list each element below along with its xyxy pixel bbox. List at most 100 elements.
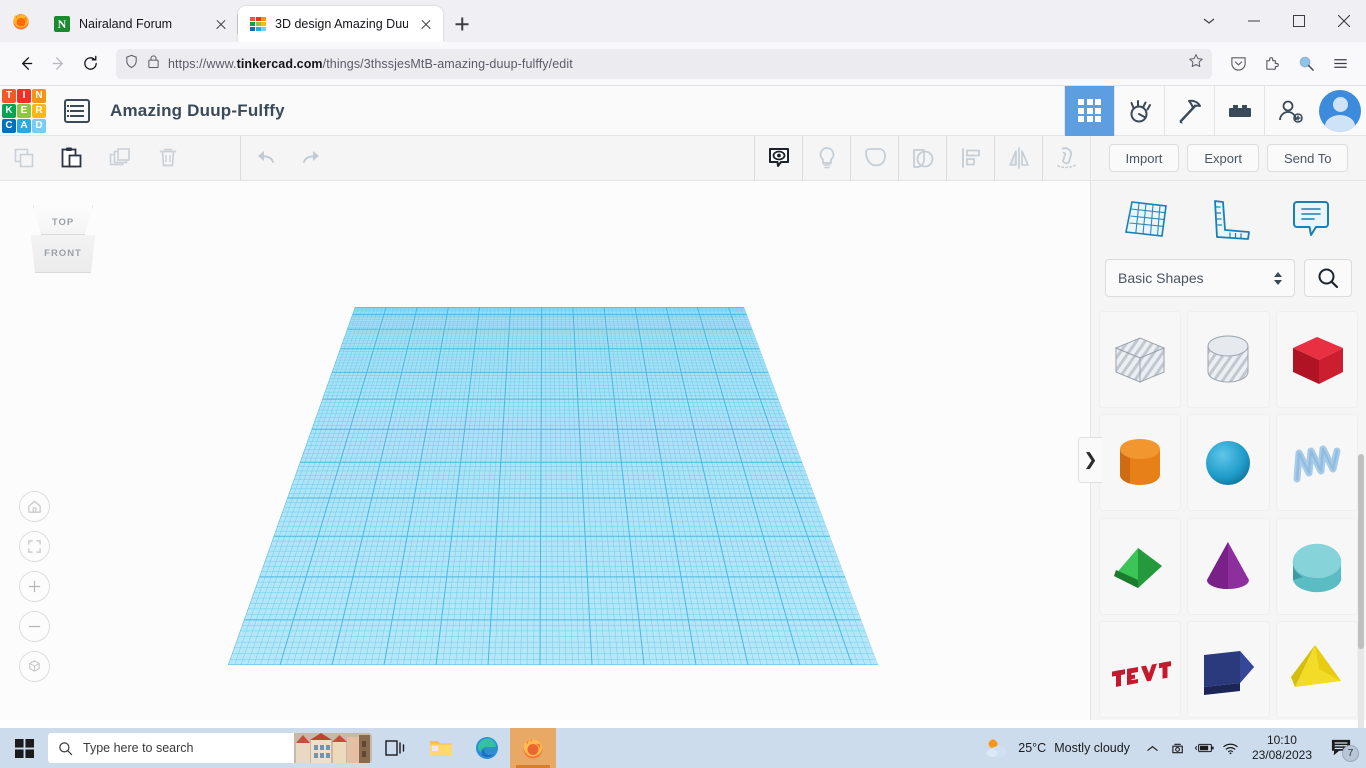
notes-icon[interactable]: [1283, 192, 1339, 248]
send-to-button[interactable]: Send To: [1267, 144, 1348, 172]
tinkercad-logo[interactable]: T I N K E R C A D: [0, 87, 48, 135]
minimize-button[interactable]: [1231, 0, 1276, 42]
task-view-icon[interactable]: [372, 728, 418, 768]
wifi-icon[interactable]: [1218, 728, 1244, 768]
reload-icon[interactable]: [74, 48, 106, 80]
notifications-button[interactable]: 7: [1320, 728, 1362, 768]
shape-item-text-red[interactable]: [1099, 621, 1181, 718]
home-view-button[interactable]: [19, 491, 50, 522]
blocks-brick-icon[interactable]: [1214, 86, 1264, 136]
copy-button[interactable]: [0, 136, 48, 181]
weather-widget[interactable]: 25°C Mostly cloudy: [974, 736, 1140, 760]
battery-icon[interactable]: [1192, 728, 1218, 768]
clock-time: 10:10: [1252, 733, 1312, 748]
shape-item-box-hole[interactable]: [1099, 311, 1181, 408]
orthographic-perspective-button[interactable]: [19, 651, 50, 682]
maximize-button[interactable]: [1276, 0, 1321, 42]
scrollbar-thumb[interactable]: [1358, 454, 1364, 649]
circuits-icon[interactable]: [1114, 86, 1164, 136]
search-placeholder: Type here to search: [83, 741, 193, 755]
search-input[interactable]: Type here to search: [48, 733, 372, 763]
shapes-grid: [1091, 311, 1366, 718]
start-button[interactable]: [0, 728, 48, 768]
close-tab-icon[interactable]: [417, 15, 435, 33]
ruler-icon[interactable]: [1200, 192, 1256, 248]
project-menu-icon[interactable]: [64, 99, 90, 123]
tinkercad-logo-grid: T I N K E R C A D: [2, 89, 46, 133]
windows-taskbar: Type here to search: [0, 728, 1366, 768]
shape-item-cylinder-orange[interactable]: [1099, 414, 1181, 511]
bookmark-star-icon[interactable]: [1188, 53, 1204, 74]
new-tab-button[interactable]: [447, 9, 477, 39]
lock-icon[interactable]: [147, 54, 160, 74]
panel-scrollbar[interactable]: [1358, 454, 1364, 768]
pocket-icon[interactable]: [1222, 48, 1254, 80]
shape-item-scribble-lightblue[interactable]: [1276, 414, 1358, 511]
align-button[interactable]: [946, 136, 994, 181]
browser-tab-nairaland[interactable]: Nairaland Forum: [42, 6, 238, 42]
shape-item-cone-purple[interactable]: [1187, 518, 1269, 615]
shape-item-sphere-blue[interactable]: [1187, 414, 1269, 511]
light-bulb-button[interactable]: [802, 136, 850, 181]
address-bar[interactable]: https://www.tinkercad.com/things/3thssje…: [116, 49, 1212, 79]
chevron-down-icon[interactable]: [1186, 0, 1231, 42]
forward-icon[interactable]: [42, 48, 74, 80]
import-button[interactable]: Import: [1109, 144, 1180, 172]
show-hide-view-button[interactable]: [754, 136, 802, 181]
firefox-icon[interactable]: [510, 728, 556, 768]
view-cube-top-face[interactable]: TOP: [33, 203, 93, 235]
logo-tile-r: R: [32, 104, 46, 118]
shapes-category-select[interactable]: Basic Shapes: [1105, 259, 1295, 297]
menu-icon[interactable]: [1324, 48, 1356, 80]
file-explorer-icon[interactable]: [418, 728, 464, 768]
microsoft-edge-icon[interactable]: [464, 728, 510, 768]
zoom-search-icon[interactable]: [1290, 48, 1322, 80]
fit-to-view-button[interactable]: [19, 531, 50, 562]
3d-design-grid-icon[interactable]: [1064, 86, 1114, 136]
mirror-flip-button[interactable]: [994, 136, 1042, 181]
solid-shape-button[interactable]: [850, 136, 898, 181]
paste-button[interactable]: [48, 136, 96, 181]
onedrive-icon[interactable]: [1166, 728, 1192, 768]
redo-button[interactable]: [288, 136, 336, 181]
tab-title: Nairaland Forum: [79, 17, 203, 31]
panel-tool-icons: [1091, 181, 1366, 259]
browser-tab-bar: Nairaland Forum 3D design Amazing Duup-F…: [0, 0, 1366, 42]
close-window-button[interactable]: [1321, 0, 1366, 42]
shape-item-cylinder-hole[interactable]: [1187, 311, 1269, 408]
search-icon: [1316, 266, 1340, 290]
duplicate-button[interactable]: [96, 136, 144, 181]
show-hidden-icons-chevron[interactable]: [1140, 728, 1166, 768]
close-tab-icon[interactable]: [212, 15, 230, 33]
weather-temperature: 25°C: [1018, 741, 1046, 755]
shape-item-pyramid-yellow[interactable]: [1276, 621, 1358, 718]
shield-icon[interactable]: [124, 54, 139, 74]
tinkercad-header: T I N K E R C A D Amazing Duup-Fulffy: [0, 86, 1366, 136]
shape-item-polygon-arrow-navy[interactable]: [1187, 621, 1269, 718]
magnet-snap-button[interactable]: [1042, 136, 1090, 181]
shape-item-roof-wedge-green[interactable]: [1099, 518, 1181, 615]
avatar[interactable]: [1314, 86, 1366, 136]
invite-people-icon[interactable]: [1264, 86, 1314, 136]
hole-shape-button[interactable]: [898, 136, 946, 181]
shape-item-dome-teal[interactable]: [1276, 518, 1358, 615]
minecraft-pickaxe-icon[interactable]: [1164, 86, 1214, 136]
weather-description: Mostly cloudy: [1054, 741, 1130, 755]
extensions-icon[interactable]: [1256, 48, 1288, 80]
3d-canvas[interactable]: Workplane TOP FRONT: [0, 181, 1090, 720]
clock[interactable]: 10:10 23/08/2023: [1244, 733, 1320, 763]
zoom-in-button[interactable]: [19, 571, 50, 602]
export-button[interactable]: Export: [1187, 144, 1259, 172]
browser-tab-tinkercad[interactable]: 3D design Amazing Duup-Fulffy: [238, 6, 443, 42]
view-cube[interactable]: TOP FRONT: [26, 203, 100, 277]
shape-item-box-red[interactable]: [1276, 311, 1358, 408]
logo-tile-t: T: [2, 89, 16, 103]
back-icon[interactable]: [10, 48, 42, 80]
view-cube-front-face[interactable]: FRONT: [28, 235, 98, 273]
undo-button[interactable]: [240, 136, 288, 181]
zoom-out-button[interactable]: [19, 611, 50, 642]
collapse-panel-button[interactable]: ❯: [1078, 437, 1102, 483]
search-shapes-button[interactable]: [1304, 259, 1352, 297]
workplane-icon[interactable]: [1118, 192, 1174, 248]
delete-button[interactable]: [144, 136, 192, 181]
